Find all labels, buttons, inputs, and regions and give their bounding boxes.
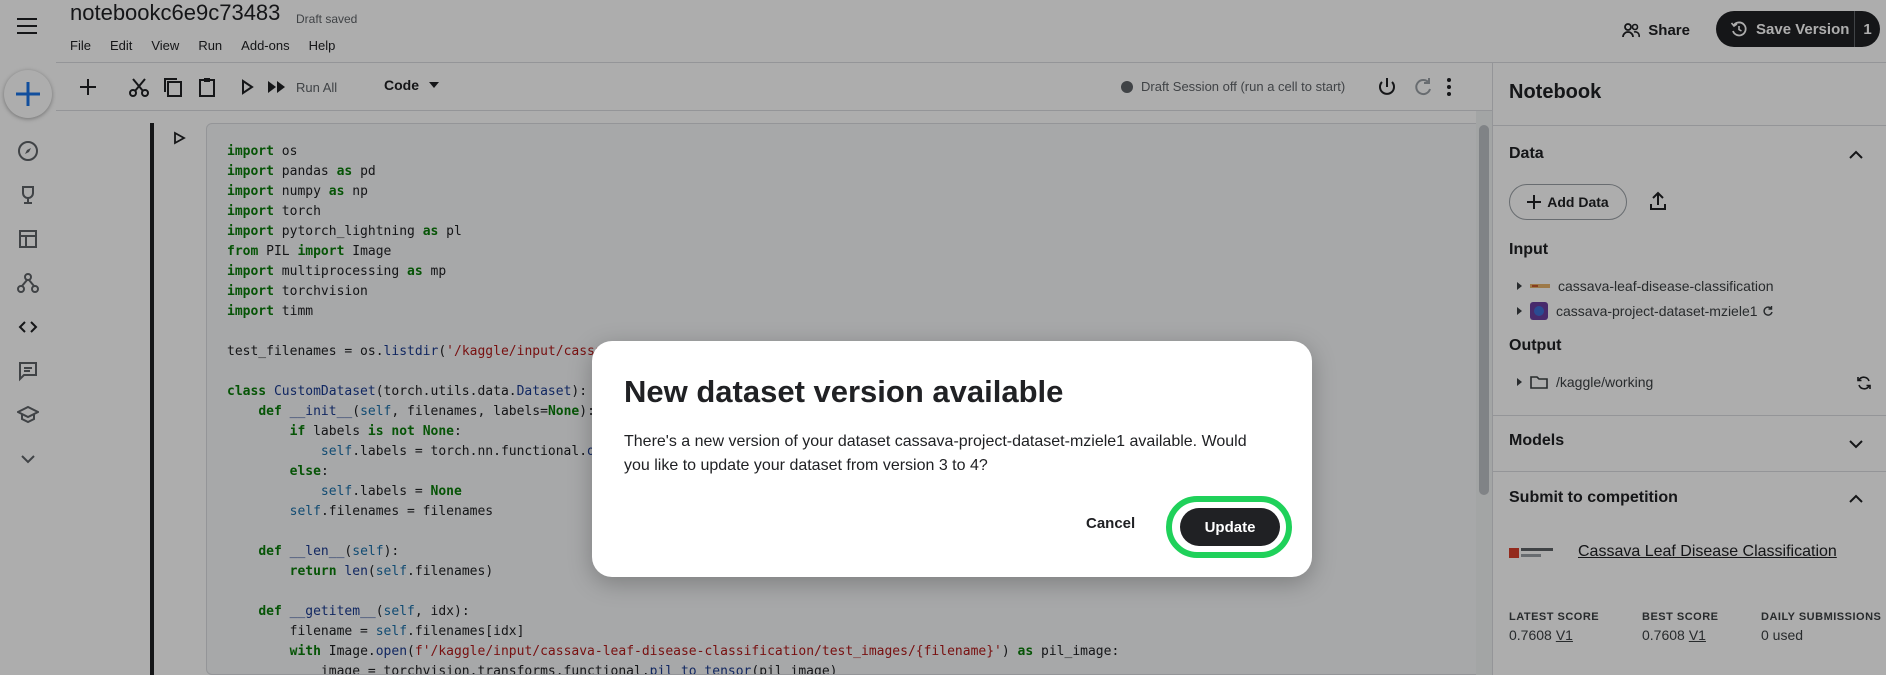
dialog-body: There's a new version of your dataset ca… (624, 433, 1247, 474)
dataset-update-dialog: New dataset version available There's a … (592, 341, 1312, 577)
update-button[interactable]: Update (1180, 508, 1280, 546)
dialog-title: New dataset version available (624, 374, 1064, 409)
cancel-button[interactable]: Cancel (1086, 515, 1135, 532)
